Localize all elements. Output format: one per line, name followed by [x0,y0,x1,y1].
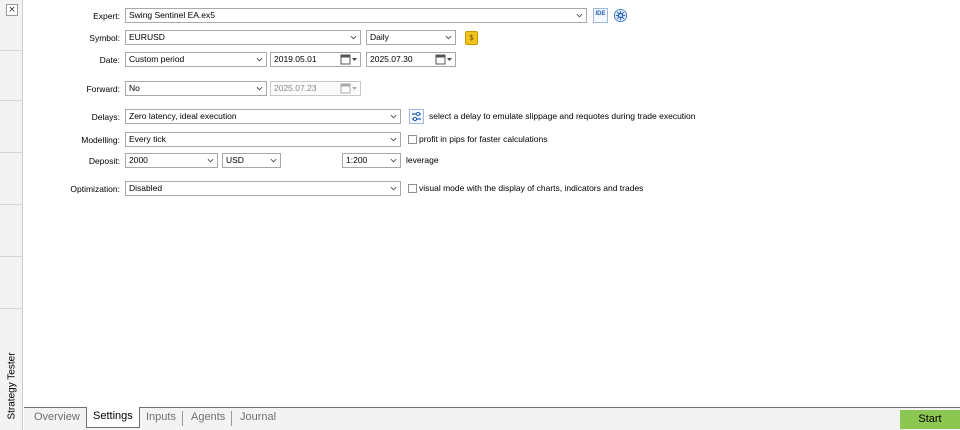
modelling-value: Every tick [129,134,166,144]
date-from-picker[interactable]: 2019.05.01 [270,52,361,67]
modelling-label: Modelling: [81,135,120,145]
chevron-down-icon [390,158,397,163]
optimization-label: Optimization: [70,184,120,194]
chevron-down-icon [390,114,397,119]
modelling-select[interactable]: Every tick [125,132,401,147]
symbol-value: EURUSD [129,32,165,42]
deposit-value: 2000 [129,155,148,165]
chevron-down-icon [207,158,214,163]
period-select[interactable]: Daily [366,30,456,45]
chevron-down-icon [390,137,397,142]
expert-settings-button[interactable] [613,8,628,23]
period-value: Daily [370,32,389,42]
deposit-label: Deposit: [88,156,120,166]
delays-value: Zero latency, ideal execution [129,111,237,121]
dollar-icon: $ [468,33,475,42]
close-icon[interactable]: × [6,4,18,16]
chevron-down-icon [256,57,263,62]
date-to-value: 2025.07.30 [370,54,413,64]
sliders-icon [412,111,421,122]
gear-icon [613,8,628,23]
visual-mode-label: visual mode with the display of charts, … [419,183,644,193]
currency-select[interactable]: USD [222,153,281,168]
expert-label: Expert: [93,11,120,21]
strip-divider [0,50,23,51]
calendar-icon [340,83,357,94]
forward-date-value: 2025.07.23 [274,83,317,93]
profit-in-pips-checkbox[interactable] [408,135,417,144]
delays-label: Delays: [91,112,120,122]
visual-mode-checkbox[interactable] [408,184,417,193]
tab-settings[interactable]: Settings [86,407,140,428]
strip-divider [0,256,23,257]
tab-overview[interactable]: Overview [28,411,87,426]
tab-journal[interactable]: Journal [234,408,282,428]
side-panel-strip: × Strategy Tester [0,0,23,430]
delays-select[interactable]: Zero latency, ideal execution [125,109,401,124]
leverage-value: 1:200 [346,155,368,165]
chevron-down-icon [270,158,277,163]
strip-divider [0,152,23,153]
forward-date-picker: 2025.07.23 [270,81,361,96]
forward-value: No [129,83,140,93]
date-mode-value: Custom period [129,54,185,64]
deposit-select[interactable]: 2000 [125,153,218,168]
calendar-icon [340,54,357,65]
strip-divider [0,100,23,101]
tab-bar: Overview Settings Inputs Agents Journal … [24,407,960,430]
date-from-value: 2019.05.01 [274,54,317,64]
date-label: Date: [99,55,120,65]
chevron-down-icon [576,13,583,18]
strip-divider [0,204,23,205]
currency-value: USD [226,155,244,165]
strip-divider [0,308,23,309]
expert-select[interactable]: Swing Sentinel EA.ex5 [125,8,587,23]
delay-settings-button[interactable] [409,109,424,124]
start-button[interactable]: Start [900,410,960,429]
settings-form: Expert: Swing Sentinel EA.ex5 IDE Symbol… [24,0,960,406]
symbol-spec-button[interactable]: $ [465,31,478,45]
tab-inputs[interactable]: Inputs [140,411,183,426]
date-to-picker[interactable]: 2025.07.30 [366,52,456,67]
symbol-label: Symbol: [89,33,120,43]
tab-agents[interactable]: Agents [185,411,233,426]
date-mode-select[interactable]: Custom period [125,52,267,67]
leverage-label: leverage [406,155,439,165]
ide-button[interactable]: IDE [593,8,608,23]
expert-value: Swing Sentinel EA.ex5 [129,10,215,20]
delays-note: select a delay to emulate slippage and r… [429,111,696,121]
optimization-value: Disabled [129,183,163,193]
optimization-select[interactable]: Disabled [125,181,401,196]
chevron-down-icon [350,35,357,40]
symbol-select[interactable]: EURUSD [125,30,361,45]
chevron-down-icon [390,186,397,191]
calendar-icon [435,54,452,65]
chevron-down-icon [445,35,452,40]
chevron-down-icon [256,86,263,91]
panel-title[interactable]: Strategy Tester [7,352,18,419]
leverage-select[interactable]: 1:200 [342,153,401,168]
ide-icon: IDE [595,11,606,17]
forward-select[interactable]: No [125,81,267,96]
profit-in-pips-label: profit in pips for faster calculations [419,134,548,144]
forward-label: Forward: [86,84,120,94]
